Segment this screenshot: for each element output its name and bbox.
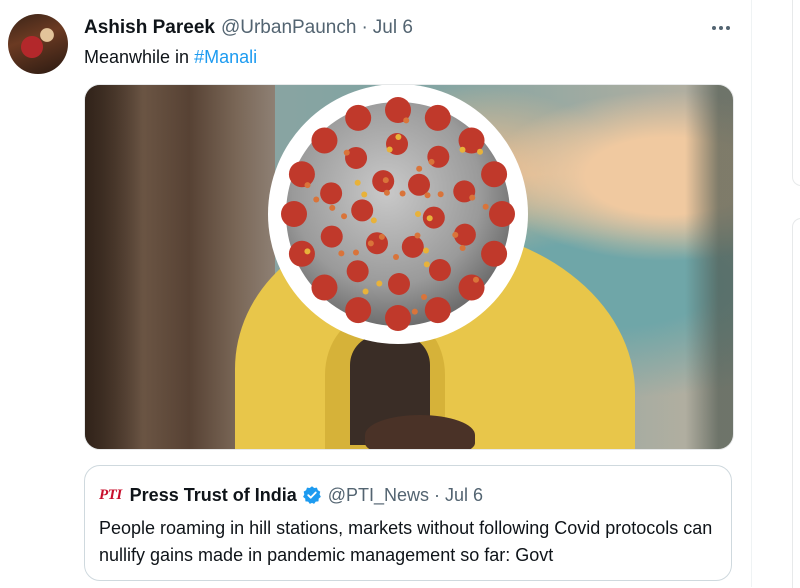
virus-dot: [354, 179, 361, 186]
tweet-image[interactable]: [84, 84, 734, 450]
author-handle[interactable]: @UrbanPaunch: [221, 17, 356, 39]
virus-dot: [428, 158, 435, 165]
virus-dot: [367, 240, 374, 247]
tweet-header: Ashish Pareek @UrbanPaunch · Jul 6: [84, 16, 413, 40]
coronavirus-image: [268, 85, 528, 344]
quoted-author-handle: @PTI_News: [327, 484, 430, 505]
virus-dot: [469, 194, 476, 201]
virus-spike: [422, 206, 445, 229]
virus-dot: [395, 134, 402, 141]
virus-dot: [424, 192, 431, 199]
virus-dot: [423, 261, 430, 268]
virus-dot: [304, 182, 311, 189]
virus-dot: [414, 232, 421, 239]
more-dot: [712, 26, 716, 30]
virus-spike: [387, 272, 410, 295]
quoted-tweet-date: Jul 6: [445, 484, 484, 505]
trunk-shadow: [85, 85, 145, 449]
virus-dot: [362, 288, 369, 295]
virus-dot: [477, 148, 484, 155]
separator: ·: [434, 484, 441, 505]
virus-dot: [482, 203, 489, 210]
virus-dot: [370, 217, 377, 224]
quoted-author-name: Press Trust of India: [129, 484, 297, 505]
virus-dot: [403, 117, 410, 124]
virus-spike: [320, 182, 343, 205]
separator: ·: [361, 17, 368, 38]
more-dot: [726, 26, 730, 30]
virus-dot: [415, 211, 421, 217]
virus-dot: [459, 244, 466, 251]
virus-spike: [311, 127, 338, 154]
virus-spike: [345, 104, 372, 131]
virus-dot: [343, 149, 350, 156]
virus-dot: [459, 146, 466, 153]
virus-dot: [352, 249, 359, 256]
virus-spike: [481, 161, 508, 188]
virus-dot: [383, 189, 390, 196]
virus-dot: [422, 247, 429, 254]
virus-dot: [437, 191, 444, 198]
virus-dot: [341, 213, 348, 220]
virus-dot: [313, 196, 320, 203]
virus-spike: [288, 161, 315, 188]
tweet-text: Meanwhile in #Manali: [84, 46, 257, 68]
virus-spike: [401, 235, 424, 258]
author-name[interactable]: Ashish Pareek: [84, 17, 215, 39]
virus-spike: [481, 240, 508, 267]
virus-spike: [489, 201, 515, 227]
virus-spike: [428, 259, 451, 282]
virus-dot: [361, 191, 368, 198]
virus-spike: [346, 260, 369, 283]
sidebar-card: [792, 218, 800, 588]
avatar[interactable]: [8, 14, 68, 74]
virus-dot: [304, 248, 311, 255]
virus-spike: [288, 240, 315, 267]
virus-dot: [382, 177, 389, 184]
virus-dot: [386, 146, 393, 153]
background-tree: [685, 85, 733, 449]
pti-logo: PTI: [99, 486, 122, 503]
tweet-text-prefix: Meanwhile in: [84, 47, 195, 67]
more-options-button[interactable]: [706, 16, 736, 40]
person-hand: [365, 415, 475, 449]
virus-dot: [421, 294, 428, 301]
virus-dot: [452, 231, 459, 238]
quoted-tweet-header: PTI Press Trust of India @PTI_News · Jul…: [99, 484, 483, 506]
virus-spike: [320, 225, 343, 248]
more-dot: [719, 26, 723, 30]
virus-spike: [424, 297, 451, 324]
hashtag-link[interactable]: #Manali: [194, 47, 257, 67]
virus-dot: [376, 280, 383, 287]
virus-spike: [424, 104, 451, 131]
quoted-tweet-text: People roaming in hill stations, markets…: [99, 518, 713, 565]
virus-dot: [411, 308, 418, 315]
quoted-tweet[interactable]: PTI Press Trust of India @PTI_News · Jul…: [84, 465, 732, 581]
virus-dot: [393, 253, 400, 260]
virus-dot: [472, 276, 479, 283]
tweet-date[interactable]: Jul 6: [373, 17, 413, 39]
virus-dot: [378, 233, 385, 240]
virus-spike: [458, 274, 485, 301]
verified-badge-icon: [302, 486, 321, 504]
virus-dot: [399, 190, 406, 197]
virus-spike: [281, 201, 307, 227]
sidebar-card: [792, 0, 800, 186]
virus-spike: [345, 297, 372, 324]
virus-dot: [416, 165, 423, 172]
virus-dot: [426, 215, 433, 222]
virus-spike: [311, 274, 338, 301]
virus-spike: [351, 199, 374, 222]
virus-dot: [338, 250, 345, 257]
virus-dot: [329, 204, 336, 211]
virus-spike: [385, 305, 411, 331]
